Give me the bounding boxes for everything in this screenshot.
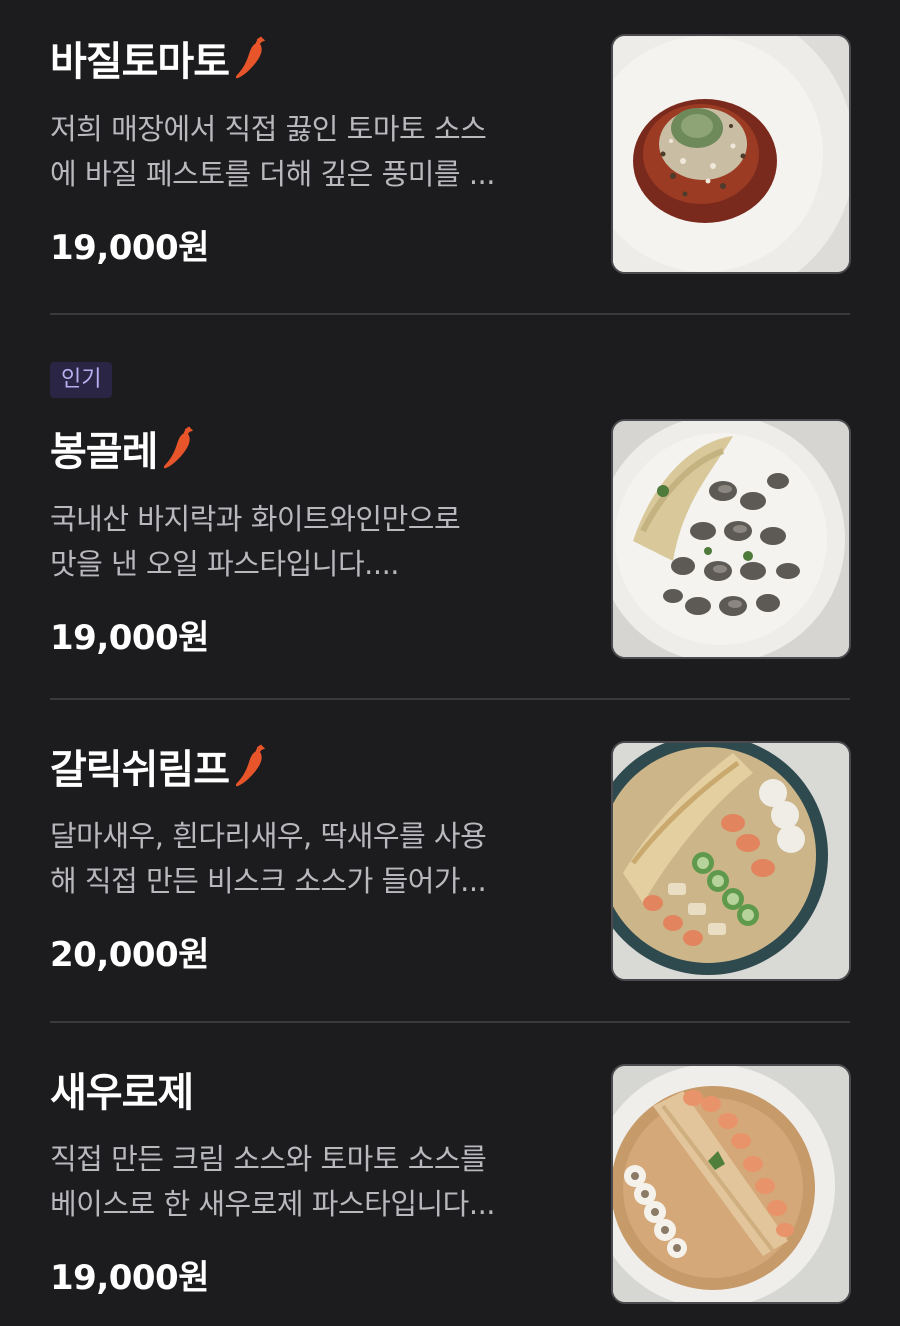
description-line: 베이스로 한 새우로제 파스타입니다... — [50, 1187, 496, 1221]
chili-pepper-icon — [233, 35, 269, 81]
menu-item-name: 봉골레 — [50, 429, 158, 475]
menu-item-name: 바질토마토 — [50, 39, 230, 85]
menu-item-text: 새우로제 직접 만든 크림 소스와 토마토 소스를 베이스로 한 새우로제 파스… — [50, 1023, 570, 1323]
menu-item-price: 19,000원 — [50, 228, 209, 268]
menu-item-shrimp-rose[interactable]: 새우로제 직접 만든 크림 소스와 토마토 소스를 베이스로 한 새우로제 파스… — [50, 1023, 851, 1326]
menu-item-text: 바질토마토 저희 매장에서 직접 끓인 토마토 소스 에 바질 페스토를 더해 … — [50, 0, 570, 300]
basil-tomato-pasta-photo — [611, 34, 851, 274]
menu-item-name: 새우로제 — [50, 1070, 194, 1116]
menu-item-vongole[interactable]: 인기 봉골레 국내산 바지락과 화이트와인만으로 맛을 낸 오일 파스타입니다.… — [50, 315, 851, 700]
menu-item-description: 국내산 바지락과 화이트와인만으로 맛을 낸 오일 파스타입니다.... — [50, 497, 560, 587]
menu-item-description: 저희 매장에서 직접 끓인 토마토 소스 에 바질 페스토를 더해 깊은 풍미를… — [50, 107, 560, 197]
popular-badge: 인기 — [50, 362, 113, 398]
menu-item-title-row: 새우로제 — [50, 1063, 194, 1116]
menu-item-title-row: 갈릭쉬림프 — [50, 740, 269, 793]
menu-item-price: 19,000원 — [50, 1258, 209, 1298]
description-line: 에 바질 페스토를 더해 깊은 풍미를 ... — [50, 157, 496, 191]
shrimp-rose-pasta-photo — [611, 1064, 851, 1304]
description-line: 국내산 바지락과 화이트와인만으로 — [50, 502, 461, 536]
menu-item-price: 20,000원 — [50, 935, 209, 975]
menu-item-title-row: 봉골레 — [50, 422, 197, 475]
menu-list: 바질토마토 저희 매장에서 직접 끓인 토마토 소스 에 바질 페스토를 더해 … — [0, 0, 900, 1326]
menu-item-price: 19,000원 — [50, 618, 209, 658]
menu-item-description: 직접 만든 크림 소스와 토마토 소스를 베이스로 한 새우로제 파스타입니다.… — [50, 1137, 560, 1227]
menu-item-description: 달마새우, 흰다리새우, 딱새우를 사용 해 직접 만든 비스크 소스가 들어가… — [50, 814, 560, 904]
menu-item-basil-tomato[interactable]: 바질토마토 저희 매장에서 직접 끓인 토마토 소스 에 바질 페스토를 더해 … — [50, 0, 851, 314]
menu-item-text: 갈릭쉬림프 달마새우, 흰다리새우, 딱새우를 사용 해 직접 만든 비스크 소… — [50, 700, 570, 1020]
menu-item-title-row: 바질토마토 — [50, 32, 269, 85]
description-line: 저희 매장에서 직접 끓인 토마토 소스 — [50, 112, 487, 146]
vongole-pasta-photo — [611, 419, 851, 659]
menu-item-garlic-shrimp[interactable]: 갈릭쉬림프 달마새우, 흰다리새우, 딱새우를 사용 해 직접 만든 비스크 소… — [50, 700, 851, 1022]
description-line: 맛을 낸 오일 파스타입니다.... — [50, 547, 400, 581]
chili-pepper-icon — [233, 743, 269, 789]
description-line: 달마새우, 흰다리새우, 딱새우를 사용 — [50, 819, 487, 853]
description-line: 직접 만든 크림 소스와 토마토 소스를 — [50, 1142, 487, 1176]
menu-item-text: 인기 봉골레 국내산 바지락과 화이트와인만으로 맛을 낸 오일 파스타입니다.… — [50, 315, 570, 695]
menu-item-name: 갈릭쉬림프 — [50, 747, 230, 793]
description-line: 해 직접 만든 비스크 소스가 들어가... — [50, 864, 487, 898]
garlic-shrimp-pasta-photo — [611, 741, 851, 981]
chili-pepper-icon — [161, 425, 197, 471]
